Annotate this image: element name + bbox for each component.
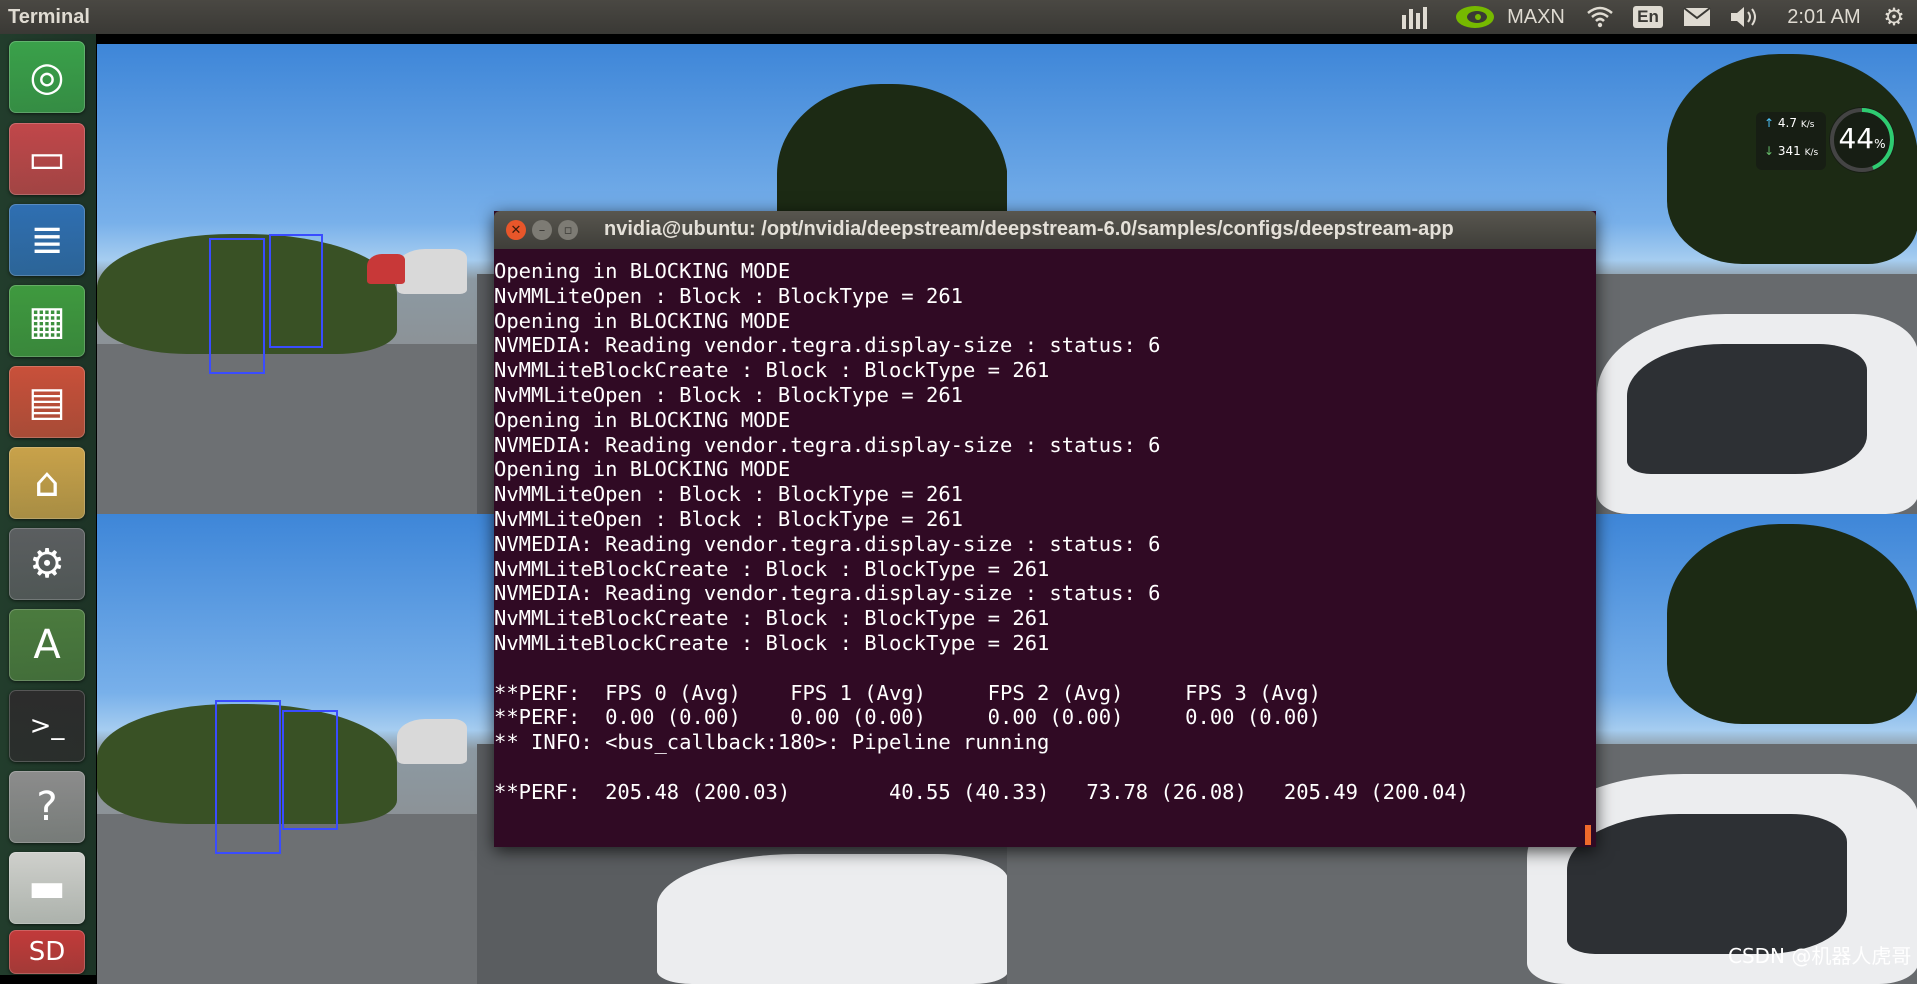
terminal-line: Opening in BLOCKING MODE <box>494 259 791 283</box>
upload-arrow-icon: ↑ <box>1764 116 1775 130</box>
terminal-line: **PERF: 0.00 (0.00) 0.00 (0.00) 0.00 (0.… <box>494 705 1321 730</box>
upload-value: 4.7 <box>1777 116 1797 130</box>
power-mode-label[interactable]: MAXN <box>1503 0 1569 34</box>
top-panel: Terminal MAXN En 2:01 AM ⚙ <box>0 0 1917 34</box>
shopping-bag-icon: ⌂ <box>34 460 60 506</box>
cpu-usage-unit: % <box>1874 137 1886 151</box>
terminal-line: NVMEDIA: Reading vendor.tegra.display-si… <box>494 333 1161 358</box>
cpu-usage-value: 44 <box>1838 122 1875 155</box>
volume-icon[interactable] <box>1726 0 1764 34</box>
terminal-line: NvMMLiteBlockCreate : Block : BlockType … <box>494 631 1050 655</box>
download-unit: K/s <box>1804 148 1819 158</box>
terminal-line: NvMMLiteBlockCreate : Block : BlockType … <box>494 358 1050 383</box>
terminal-cursor <box>1585 825 1591 845</box>
file-cabinet-icon: ▭ <box>28 136 66 182</box>
close-icon[interactable]: ✕ <box>506 220 526 240</box>
wrench-gear-icon: ⚙ <box>29 541 65 587</box>
download-speed: ↓ 341 K/s <box>1764 144 1818 158</box>
watermark: CSDN @机器人虎哥 <box>1728 944 1912 968</box>
network-speed-widget[interactable]: ↑ 4.7 K/s ↓ 341 K/s 44% <box>1756 104 1898 178</box>
drive-icon: ▬ <box>28 865 66 911</box>
terminal-titlebar[interactable]: ✕ – ▫ nvidia@ubuntu: /opt/nvidia/deepstr… <box>494 211 1596 249</box>
detection-box <box>269 234 323 348</box>
terminal-line: NvMMLiteOpen : Block : BlockType = 261 <box>494 507 963 531</box>
unity-launcher: ◎ ▭ ≣ ▦ ▤ ⌂ ⚙ A >_? ▬ SD <box>0 34 96 975</box>
terminal-line: ** INFO: <bus_callback:180>: Pipeline ru… <box>494 730 1050 755</box>
sd-card-icon: SD <box>28 937 66 967</box>
terminal-line: NvMMLiteOpen : Block : BlockType = 261 <box>494 383 963 407</box>
mail-icon[interactable] <box>1680 0 1714 34</box>
terminal-line: NvMMLiteOpen : Block : BlockType = 261 <box>494 482 963 507</box>
terminal-line: NvMMLiteBlockCreate : Block : BlockType … <box>494 606 1050 631</box>
terminal-line: **PERF: 205.48 (200.03) 40.55 (40.33) 73… <box>494 779 1470 804</box>
launcher-item-calc[interactable]: ▦ <box>9 285 85 357</box>
wifi-icon[interactable] <box>1582 0 1618 34</box>
launcher-item-sd-card[interactable]: SD <box>9 930 85 974</box>
clock[interactable]: 2:01 AM <box>1780 0 1868 34</box>
launcher-item-drive[interactable]: ▬ <box>9 852 85 924</box>
launcher-item-dash-home[interactable]: ◎ <box>9 41 85 113</box>
keyboard-layout-label: En <box>1633 6 1663 28</box>
terminal-output[interactable]: Opening in BLOCKING MODE NvMMLiteOpen : B… <box>494 251 1596 847</box>
terminal-line: **PERF: FPS 0 (Avg) FPS 1 (Avg) FPS 2 (A… <box>494 680 1321 705</box>
launcher-item-help[interactable]: ? <box>9 771 85 843</box>
terminal-line: NVMEDIA: Reading vendor.tegra.display-si… <box>494 581 1161 606</box>
launcher-item-software-center[interactable]: ⌂ <box>9 447 85 519</box>
settings-gear-glyph: ⚙ <box>1883 3 1905 31</box>
download-arrow-icon: ↓ <box>1764 144 1775 158</box>
terminal-window[interactable]: ✕ – ▫ nvidia@ubuntu: /opt/nvidia/deepstr… <box>494 211 1596 847</box>
launcher-item-writer[interactable]: ≣ <box>9 204 85 276</box>
tegrastats-icon[interactable] <box>1397 0 1437 34</box>
ubuntu-logo-icon: ◎ <box>29 54 65 100</box>
terminal-line: Opening in BLOCKING MODE <box>494 308 791 333</box>
terminal-line: Opening in BLOCKING MODE <box>494 457 791 482</box>
update-icon: A <box>33 622 61 668</box>
terminal-line: NVMEDIA: Reading vendor.tegra.display-si… <box>494 531 1161 556</box>
launcher-item-software-updater[interactable]: A <box>9 609 85 681</box>
launcher-item-terminal[interactable]: >_ <box>9 690 85 762</box>
terminal-icon: >_ <box>29 711 65 741</box>
terminal-line: NvMMLiteBlockCreate : Block : BlockType … <box>494 556 1050 581</box>
terminal-line: Opening in BLOCKING MODE <box>494 407 791 432</box>
terminal-title: nvidia@ubuntu: /opt/nvidia/deepstream/de… <box>604 218 1454 240</box>
launcher-item-files[interactable]: ▭ <box>9 123 85 195</box>
settings-gear-icon[interactable]: ⚙ <box>1878 0 1910 34</box>
terminal-line: NVMEDIA: Reading vendor.tegra.display-si… <box>494 432 1161 457</box>
presentation-icon: ▤ <box>28 379 66 425</box>
detection-box <box>215 700 281 854</box>
help-icon: ? <box>36 784 58 830</box>
minimize-icon[interactable]: – <box>532 220 552 240</box>
detection-box <box>282 710 338 830</box>
nvidia-icon[interactable] <box>1452 0 1498 34</box>
download-value: 341 <box>1777 144 1801 158</box>
spreadsheet-icon: ▦ <box>28 298 66 344</box>
cpu-usage-readout: 44% <box>1826 122 1898 155</box>
document-icon: ≣ <box>30 217 64 263</box>
launcher-item-impress[interactable]: ▤ <box>9 366 85 438</box>
maximize-icon[interactable]: ▫ <box>558 220 578 240</box>
terminal-line: NvMMLiteOpen : Block : BlockType = 261 <box>494 283 963 308</box>
upload-speed: ↑ 4.7 K/s <box>1764 116 1814 130</box>
active-app-title: Terminal <box>8 6 90 28</box>
launcher-item-system-settings[interactable]: ⚙ <box>9 528 85 600</box>
keyboard-layout-indicator[interactable]: En <box>1632 0 1664 34</box>
detection-box <box>209 238 265 374</box>
upload-unit: K/s <box>1800 120 1815 130</box>
